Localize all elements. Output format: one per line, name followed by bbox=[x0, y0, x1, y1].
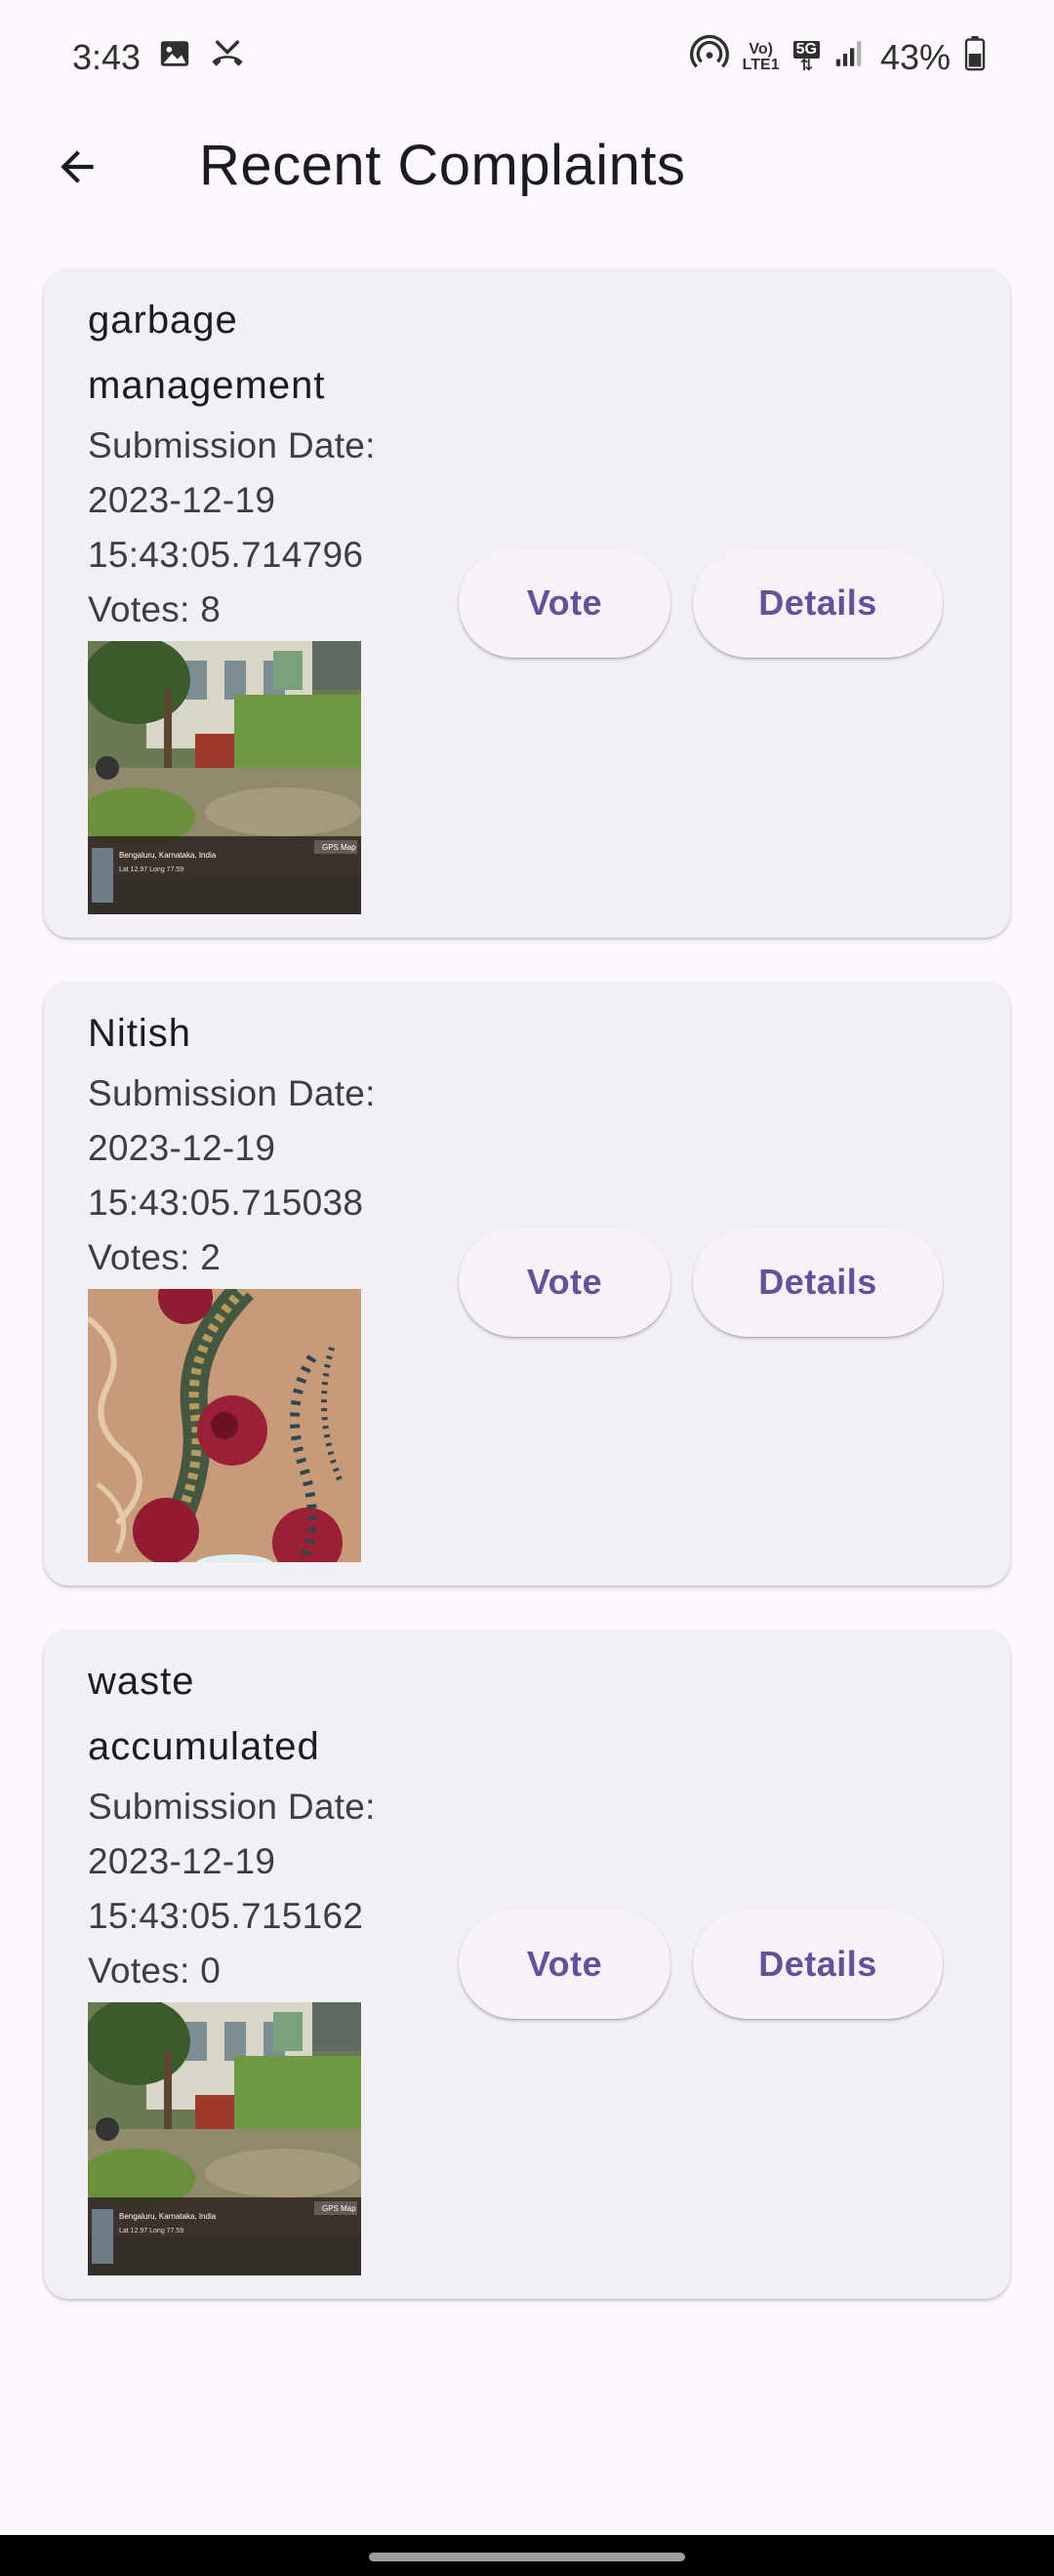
submission-time: 15:43:05.715162 bbox=[88, 1896, 364, 1936]
home-indicator[interactable] bbox=[369, 2553, 685, 2561]
vote-button[interactable]: Vote bbox=[459, 1228, 670, 1337]
hotspot-icon bbox=[689, 34, 729, 82]
volte-bottom-label: LTE1 bbox=[742, 57, 780, 73]
details-button[interactable]: Details bbox=[693, 1910, 943, 2019]
submission-date: 2023-12-19 bbox=[88, 1128, 276, 1168]
photo-caption: Bengaluru, Karnataka, India bbox=[119, 851, 217, 860]
volte-top-label: Vo) bbox=[749, 41, 773, 58]
back-arrow-icon bbox=[53, 142, 101, 196]
status-bar-right: Vo) LTE1 5G ⇅ 43% bbox=[689, 34, 986, 82]
status-bar: 3:43 Vo) LTE1 5G ⇅ 43% bbox=[0, 0, 1054, 115]
missed-call-notification-icon bbox=[209, 37, 246, 79]
complaint-info: garbage management Submission Date: 2023… bbox=[88, 288, 459, 637]
5g-icon: 5G ⇅ bbox=[792, 41, 820, 74]
navigation-bar bbox=[0, 2535, 1054, 2576]
votes-count: Votes: 0 bbox=[88, 1951, 222, 1991]
status-bar-left: 3:43 bbox=[72, 37, 246, 79]
status-time: 3:43 bbox=[72, 37, 142, 77]
battery-percentage: 43% bbox=[879, 37, 951, 77]
complaint-title-line2: management bbox=[88, 364, 326, 407]
complaint-card: garbage management Submission Date: 2023… bbox=[44, 268, 1010, 938]
submission-date-label: Submission Date: bbox=[88, 1073, 376, 1113]
app-bar: Recent Complaints bbox=[0, 115, 1054, 221]
page-title: Recent Complaints bbox=[199, 134, 686, 197]
complaint-title: waste bbox=[88, 1660, 195, 1703]
complaint-info: Nitish Submission Date: 2023-12-19 15:43… bbox=[88, 1001, 459, 1285]
details-button[interactable]: Details bbox=[693, 1228, 943, 1337]
submission-date: 2023-12-19 bbox=[88, 480, 276, 520]
battery-icon bbox=[964, 35, 986, 80]
back-button[interactable] bbox=[45, 137, 109, 201]
photo-caption-coords: Lat 12.97 Long 77.59 bbox=[119, 866, 183, 873]
complaint-card: Nitish Submission Date: 2023-12-19 15:43… bbox=[44, 982, 1010, 1586]
photo-caption: Bengaluru, Karnataka, India bbox=[119, 2212, 217, 2221]
photo-brand: GPS Map bbox=[322, 843, 356, 852]
complaint-photo bbox=[88, 1289, 361, 1562]
photo-brand: GPS Map bbox=[322, 2204, 356, 2213]
submission-date-label: Submission Date: bbox=[88, 425, 376, 465]
complaint-title-line2: accumulated bbox=[88, 1725, 320, 1768]
submission-date-label: Submission Date: bbox=[88, 1787, 376, 1827]
vote-button[interactable]: Vote bbox=[459, 548, 670, 658]
submission-time: 15:43:05.714796 bbox=[88, 535, 364, 575]
complaint-photo: GPS Map Bengaluru, Karnataka, India Lat … bbox=[88, 2002, 361, 2275]
net-type-label: 5G bbox=[792, 41, 820, 59]
complaint-photo: GPS Map Bengaluru, Karnataka, India Lat … bbox=[88, 641, 361, 914]
complaint-title: Nitish bbox=[88, 1012, 192, 1055]
signal-strength-icon bbox=[833, 37, 867, 79]
complaint-title: garbage bbox=[88, 299, 238, 342]
submission-date: 2023-12-19 bbox=[88, 1841, 276, 1881]
votes-count: Votes: 2 bbox=[88, 1237, 222, 1277]
vote-button[interactable]: Vote bbox=[459, 1910, 670, 2019]
photo-caption-coords: Lat 12.97 Long 77.59 bbox=[119, 2228, 183, 2234]
volte-icon: Vo) LTE1 bbox=[743, 42, 780, 73]
gallery-notification-icon bbox=[158, 37, 191, 79]
details-button[interactable]: Details bbox=[693, 548, 943, 658]
submission-time: 15:43:05.715038 bbox=[88, 1183, 364, 1223]
complaint-card: waste accumulated Submission Date: 2023-… bbox=[44, 1630, 1010, 2299]
complaint-info: waste accumulated Submission Date: 2023-… bbox=[88, 1649, 459, 1998]
data-arrows-icon: ⇅ bbox=[799, 58, 813, 74]
votes-count: Votes: 8 bbox=[88, 589, 222, 629]
